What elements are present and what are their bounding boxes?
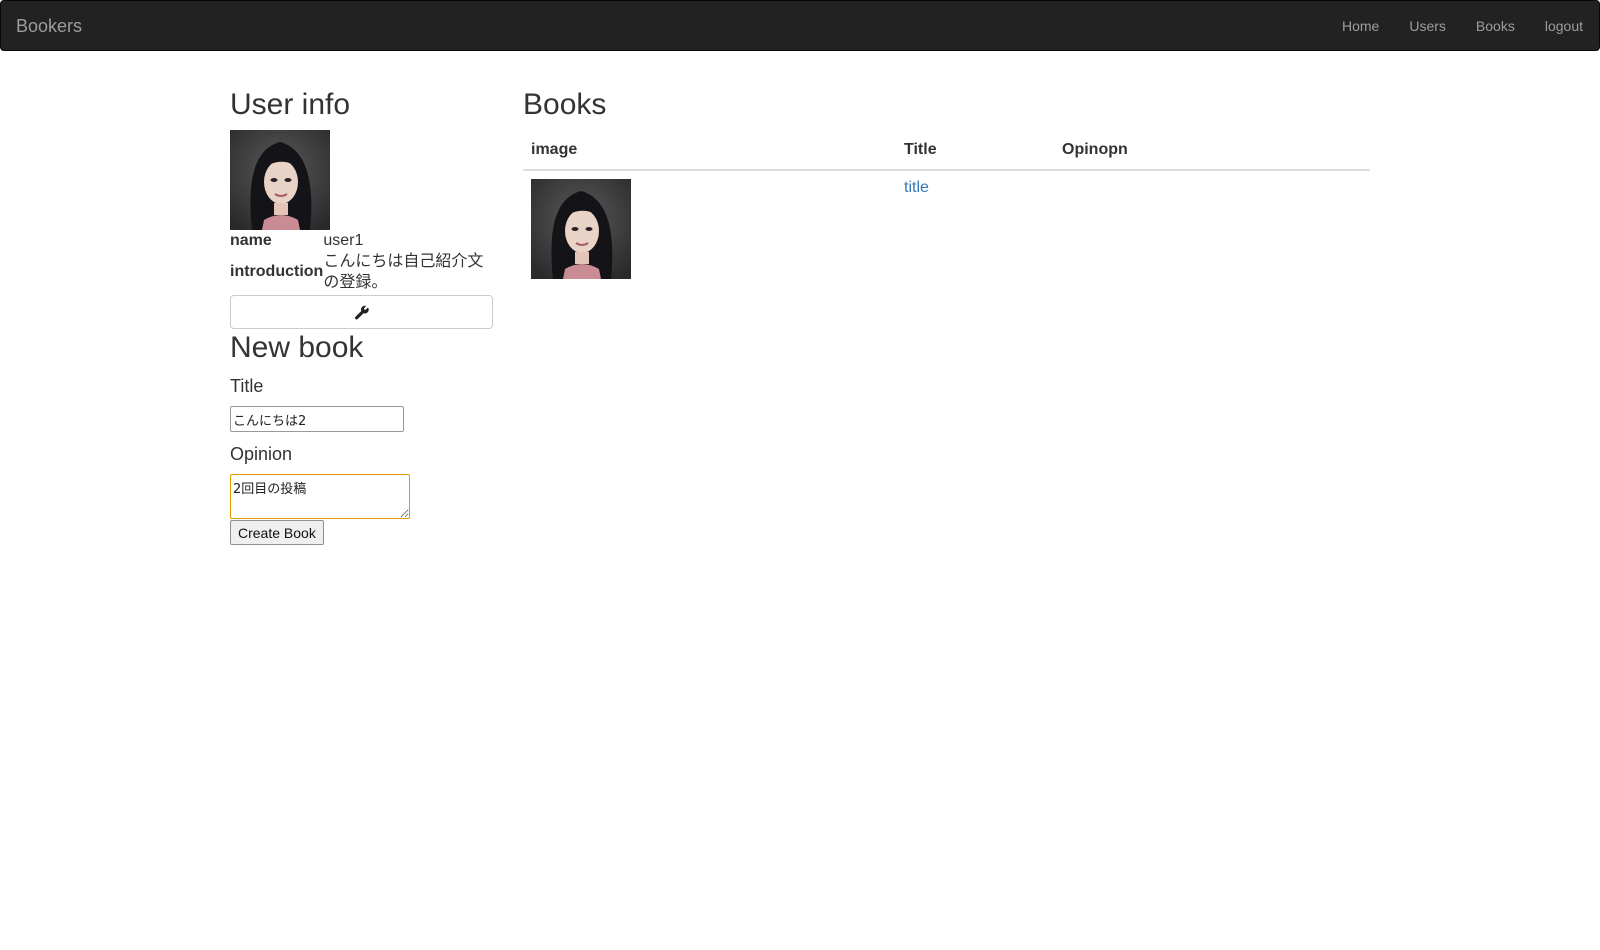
title-label: Title	[230, 376, 264, 396]
wrench-icon	[355, 305, 369, 320]
nav-link-users[interactable]: Users	[1394, 1, 1461, 51]
brand-link[interactable]: Bookers	[16, 16, 82, 36]
book-image-cell	[523, 170, 896, 287]
introduction-value: こんにちは自己紹介文の登録。	[323, 253, 484, 291]
book-opinion-textarea[interactable]: 2回目の投稿	[230, 474, 410, 519]
name-label: name	[230, 231, 272, 249]
books-heading: Books	[523, 88, 607, 121]
column-header-title: Title	[896, 133, 1054, 171]
right-column: Books image Title Opinopn title	[523, 88, 1370, 287]
navbar: Bookers Home Users Books logout	[0, 0, 1600, 51]
user-info-table: name user1 introduction こんにちは自己紹介文の登録。	[230, 230, 493, 293]
books-table: image Title Opinopn title	[523, 133, 1370, 287]
name-value: user1	[323, 232, 364, 249]
book-user-image[interactable]	[531, 179, 631, 279]
book-opinion-cell	[1054, 170, 1370, 287]
books-table-header: image Title Opinopn	[523, 133, 1370, 171]
user-info-heading: User info	[230, 88, 351, 121]
new-book-heading: New book	[230, 331, 364, 364]
left-column: User info name user1 introduction こんにちは自…	[230, 88, 493, 545]
avatar-portrait-image	[230, 130, 330, 230]
column-header-image: image	[523, 133, 896, 171]
edit-profile-button[interactable]	[230, 295, 493, 329]
create-book-button[interactable]: Create Book	[230, 520, 324, 545]
book-portrait-image	[531, 179, 631, 279]
book-title-input[interactable]	[230, 406, 404, 432]
nav-link-books[interactable]: Books	[1461, 1, 1530, 51]
introduction-row: introduction こんにちは自己紹介文の登録。	[230, 251, 493, 293]
nav-link-logout[interactable]: logout	[1530, 1, 1583, 51]
nav-menu: Home Users Books logout	[1327, 1, 1583, 51]
user-avatar	[230, 130, 330, 230]
opinion-label: Opinion	[230, 444, 293, 464]
table-row: title	[523, 170, 1370, 287]
book-title-link[interactable]: title	[904, 179, 929, 196]
column-header-opinion: Opinopn	[1054, 133, 1370, 171]
name-row: name user1	[230, 230, 493, 251]
introduction-label: introduction	[230, 263, 324, 280]
nav-link-home[interactable]: Home	[1327, 1, 1394, 51]
book-title-cell: title	[896, 170, 1054, 287]
